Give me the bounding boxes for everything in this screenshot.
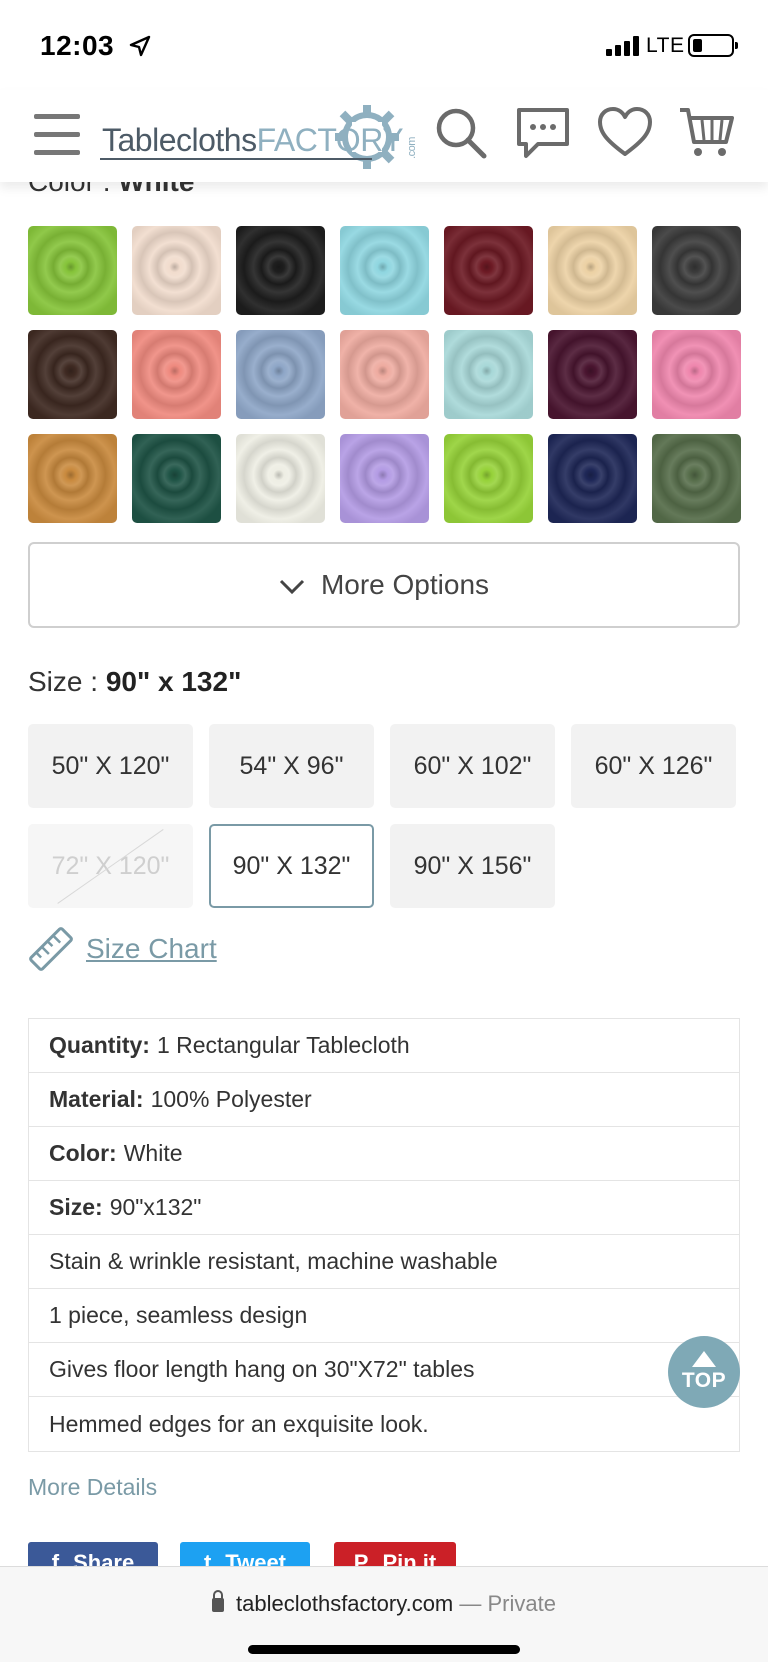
spec-row: Color: White <box>29 1127 739 1181</box>
color-swatch-burgundy[interactable] <box>444 226 533 315</box>
spec-key: Material: <box>49 1086 144 1112</box>
color-swatch-navy[interactable] <box>548 434 637 523</box>
spec-key: Quantity: <box>49 1032 150 1058</box>
arrow-up-icon <box>692 1351 716 1367</box>
size-label: Size : 90" x 132" <box>28 666 242 697</box>
color-swatch-ivory[interactable] <box>236 434 325 523</box>
color-swatch-grid <box>28 226 741 523</box>
menu-icon[interactable] <box>34 114 80 156</box>
color-swatch-coral[interactable] <box>132 330 221 419</box>
site-header: TableclothsFACTORY .com <box>0 90 768 182</box>
color-swatch-lavender[interactable] <box>340 434 429 523</box>
chevron-down-icon <box>279 579 305 595</box>
browser-address-bar[interactable]: tableclothsfactory.com — Private <box>0 1566 768 1662</box>
logo-wordmark: TableclothsFACTORY .com <box>102 122 418 159</box>
chat-icon[interactable] <box>514 104 572 162</box>
color-swatch-lime[interactable] <box>28 226 117 315</box>
clock: 12:03 <box>40 30 115 61</box>
color-swatch-dusty-blue[interactable] <box>236 330 325 419</box>
color-swatch-blush[interactable] <box>132 226 221 315</box>
color-swatch-black[interactable] <box>236 226 325 315</box>
twitter-share-button[interactable]: t Tweet <box>180 1542 310 1568</box>
size-option[interactable]: 90" X 132" <box>209 824 374 908</box>
ruler-icon <box>29 927 73 971</box>
color-swatch-gold[interactable] <box>28 434 117 523</box>
site-logo[interactable]: TableclothsFACTORY .com <box>100 105 418 169</box>
spec-value: Hemmed edges for an exquisite look. <box>49 1410 429 1437</box>
spec-value: White <box>123 1140 183 1166</box>
spec-row: Quantity: 1 Rectangular Tablecloth <box>29 1019 739 1073</box>
product-specs-table: Quantity: 1 Rectangular Tablecloth Materia… <box>28 1018 740 1452</box>
color-swatch-eggplant[interactable] <box>548 330 637 419</box>
more-options-button[interactable]: More Options <box>28 542 740 628</box>
spec-row: Stain & wrinkle resistant, machine washa… <box>29 1235 739 1289</box>
spec-row: 1 piece, seamless design <box>29 1289 739 1343</box>
status-bar: 12:03 LTE <box>0 0 768 90</box>
color-swatch-sage[interactable] <box>652 434 741 523</box>
size-option[interactable]: 50" X 120" <box>28 724 193 808</box>
color-swatch-charcoal[interactable] <box>652 226 741 315</box>
color-swatch-champagne[interactable] <box>548 226 637 315</box>
cart-icon[interactable] <box>678 104 736 162</box>
spec-row: Gives floor length hang on 30"X72" table… <box>29 1343 739 1397</box>
color-swatch-pink[interactable] <box>652 330 741 419</box>
spec-key: Size: <box>49 1194 103 1220</box>
spec-value: Gives floor length hang on 30"X72" table… <box>49 1356 475 1382</box>
spec-row: Hemmed edges for an exquisite look. <box>29 1397 739 1451</box>
size-option[interactable]: 60" X 126" <box>571 724 736 808</box>
facebook-share-button[interactable]: f Share <box>28 1542 158 1568</box>
spec-row: Size: 90"x132" <box>29 1181 739 1235</box>
pinterest-share-button[interactable]: P Pin it <box>334 1542 456 1568</box>
more-details-link[interactable]: More Details <box>28 1474 157 1501</box>
size-option: 72" X 120" <box>28 824 193 908</box>
size-option-grid: 50" X 120" 54" X 96" 60" X 102" 60" X 126" 7… <box>28 724 740 908</box>
spec-value: 100% Polyester <box>150 1086 312 1112</box>
battery-icon <box>688 34 738 57</box>
signal-strength-icon <box>606 36 642 56</box>
color-swatch-rose-quartz[interactable] <box>340 330 429 419</box>
location-arrow-icon <box>129 35 151 57</box>
lock-icon <box>212 1590 225 1612</box>
color-swatch-light-aqua[interactable] <box>444 330 533 419</box>
network-type: LTE <box>646 34 685 57</box>
color-swatch-hunter-green[interactable] <box>132 434 221 523</box>
heart-icon[interactable] <box>596 104 654 162</box>
spec-value: 90"x132" <box>109 1194 202 1220</box>
spec-value: 1 Rectangular Tablecloth <box>156 1032 410 1058</box>
color-swatch-aqua[interactable] <box>340 226 429 315</box>
social-share-row: f Share t Tweet P Pin it <box>28 1542 740 1568</box>
more-options-label: More Options <box>320 569 490 600</box>
home-indicator[interactable] <box>248 1645 520 1654</box>
back-to-top-button[interactable]: TOP <box>668 1336 740 1408</box>
size-option[interactable]: 54" X 96" <box>209 724 374 808</box>
color-swatch-apple-green[interactable] <box>444 434 533 523</box>
spec-value: 1 piece, seamless design <box>49 1302 308 1328</box>
size-chart-label[interactable]: Size Chart <box>86 933 217 965</box>
size-option[interactable]: 90" X 156" <box>390 824 555 908</box>
size-chart-link[interactable]: Size Chart <box>28 926 217 972</box>
search-icon[interactable] <box>432 104 490 162</box>
logo-underline <box>100 158 372 160</box>
url-display[interactable]: tableclothsfactory.com — Private <box>0 1590 768 1617</box>
spec-row: Material: 100% Polyester <box>29 1073 739 1127</box>
size-option[interactable]: 60" X 102" <box>390 724 555 808</box>
color-swatch-chocolate[interactable] <box>28 330 117 419</box>
spec-value: Stain & wrinkle resistant, machine washa… <box>49 1248 498 1274</box>
spec-key: Color: <box>49 1140 117 1166</box>
